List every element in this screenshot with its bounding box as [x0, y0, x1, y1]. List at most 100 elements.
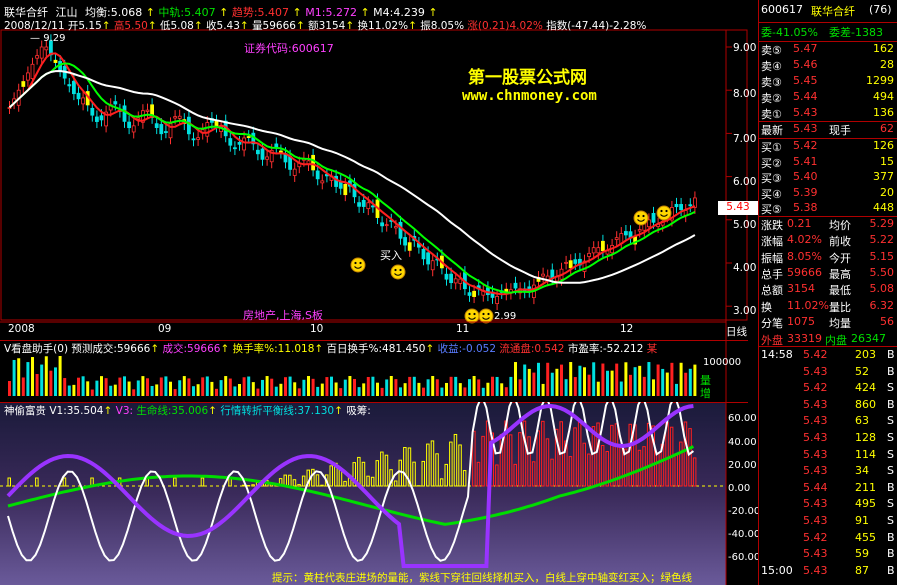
stat-value: 6.32 [869, 298, 895, 312]
tick-volume: 63 [855, 414, 869, 428]
buy-level-label: 买② [761, 156, 782, 170]
tick-time: 14:58 [761, 348, 793, 361]
sell-level-row: 卖⑤ 5.47 162 [759, 42, 897, 58]
stat-key: 涨跌 [761, 219, 783, 232]
quote-panel-title: 600617 联华合纤 (76) [759, 3, 897, 19]
price-chart[interactable] [0, 0, 748, 340]
trade-tick-row: 5.44 211 B [759, 481, 897, 496]
tick-volume: 203 [855, 348, 876, 361]
indicator-tick: 20.00 [728, 460, 757, 471]
sell-level-label: 卖① [761, 108, 782, 121]
buy-level-volume: 15 [880, 154, 894, 168]
tick-price: 5.43 [803, 447, 828, 461]
tick-volume: 91 [855, 514, 869, 527]
stat-key: 换 [761, 300, 772, 314]
month-label: 2008 [8, 323, 35, 335]
trade-tick-row: 5.42 424 S [759, 381, 897, 396]
tick-volume: 495 [855, 497, 876, 511]
stat-row: 换 11.02% 量比 6.32 [759, 299, 897, 315]
tick-side: S [887, 514, 894, 527]
sell-level-volume: 494 [873, 90, 894, 103]
stat-key: 最高 [829, 267, 851, 281]
trade-tick-row: 5.43 91 S [759, 514, 897, 529]
trade-tick-row: 5.43 59 B [759, 547, 897, 562]
tick-side: B [887, 563, 895, 577]
volume-header: V看盘助手(0) 预测成交:59666↑ 成交:59666↑ 换手率%:11.0… [4, 341, 657, 356]
buy-level-row: 买④ 5.39 20 [759, 186, 897, 202]
tick-side: B [887, 530, 895, 544]
up-arrow-icon: ↑ [239, 20, 249, 32]
stat-key: 总手 [761, 267, 783, 281]
indicator-v3: V3: [115, 405, 134, 417]
sell-level-row: 卖② 5.44 494 [759, 90, 897, 106]
current-hand-label: 现手 [829, 124, 851, 137]
latest-label: 最新 [761, 124, 783, 137]
stat-row: 涨跌 0.21 均价 5.29 [759, 217, 897, 233]
volume-scale-tick: 100000 [703, 357, 742, 368]
sell-level-label: 卖③ [761, 76, 782, 89]
tick-price: 5.43 [803, 364, 828, 378]
indicator-chart[interactable] [0, 402, 748, 585]
buy-level-price: 5.39 [793, 185, 818, 199]
tick-volume: 860 [855, 397, 876, 411]
volume-value: 成交:59666 [162, 343, 221, 355]
buy-level-row: 买③ 5.40 377 [759, 170, 897, 186]
stat-key: 最低 [829, 284, 851, 298]
current-hand: 62 [880, 122, 894, 135]
up-arrow-icon: ↑ [147, 20, 157, 32]
quote-open: 开5.15 [67, 20, 102, 32]
quote-volume: 量59666 [252, 20, 296, 32]
volume-side-label-2: 增 [700, 387, 711, 400]
buy-level-volume: 448 [873, 201, 894, 214]
tick-price: 5.43 [803, 431, 828, 444]
buy-level-label: 买③ [761, 172, 782, 185]
buy-level-label: 买① [761, 141, 782, 154]
volume-prediction: 预测成交:59666 [71, 343, 151, 355]
sell-level-volume: 136 [873, 106, 894, 119]
up-arrow-icon: ↑ [345, 20, 355, 32]
tick-price: 5.43 [803, 514, 828, 527]
tick-side: B [887, 480, 895, 494]
buy-level-row: 买⑤ 5.38 448 [759, 201, 897, 217]
current-price-tag: 5.43 [718, 201, 758, 215]
inner-value: 26347 [851, 332, 886, 345]
stat-value: 5.22 [869, 233, 895, 247]
trade-tick-row: 5.43 63 S [759, 414, 897, 429]
tick-price: 5.43 [803, 497, 828, 511]
sell-level-price: 5.43 [793, 106, 818, 119]
indicator-tick: -60.00 [728, 552, 761, 563]
high-value: 9.29 [43, 33, 66, 44]
up-arrow-icon: ↑ [295, 20, 305, 32]
stat-value: 1075 [787, 314, 815, 328]
quote-high: 高5.50 [113, 20, 148, 32]
trade-tick-row: 15:00 5.43 87 B [759, 564, 897, 579]
tick-price: 5.42 [803, 348, 828, 361]
profit-value: 收益:-0.052 [437, 343, 497, 355]
sell-level-volume: 162 [873, 42, 894, 55]
watermark-title: 第一股票公式网 [468, 68, 587, 88]
buy-level-label: 买⑤ [761, 203, 782, 216]
quote-index: 指数(-47.44)-2.28% [546, 20, 647, 32]
absorb-label: 吸筹: [346, 405, 371, 417]
buy-level-row: 买② 5.41 15 [759, 155, 897, 171]
turnover-rate: 换手率%:11.018 [232, 343, 315, 355]
tick-volume: 114 [855, 447, 876, 461]
outer-value: 33319 [787, 332, 822, 345]
buy-level-volume: 377 [873, 170, 894, 183]
stat-row: 振幅 8.05% 今开 5.15 [759, 250, 897, 266]
month-label: 12 [620, 323, 634, 335]
tick-volume: 59 [855, 547, 869, 561]
tick-side: S [887, 447, 894, 461]
stat-value: 0.21 [787, 217, 812, 230]
tick-volume: 128 [855, 431, 876, 444]
period-label[interactable]: 日线 [726, 324, 747, 339]
stock-code-suffix: (76) [869, 3, 892, 16]
tick-side: S [887, 414, 894, 428]
low-label: 2.99 [494, 311, 517, 322]
trade-tick-row: 5.43 114 S [759, 448, 897, 463]
price-tick: 3.00 [733, 305, 757, 317]
stat-row: 总手 59666 最高 5.50 [759, 266, 897, 282]
up-arrow-icon: ↑ [150, 343, 160, 355]
tick-side: S [887, 464, 894, 478]
stat-key: 涨幅 [761, 235, 783, 249]
